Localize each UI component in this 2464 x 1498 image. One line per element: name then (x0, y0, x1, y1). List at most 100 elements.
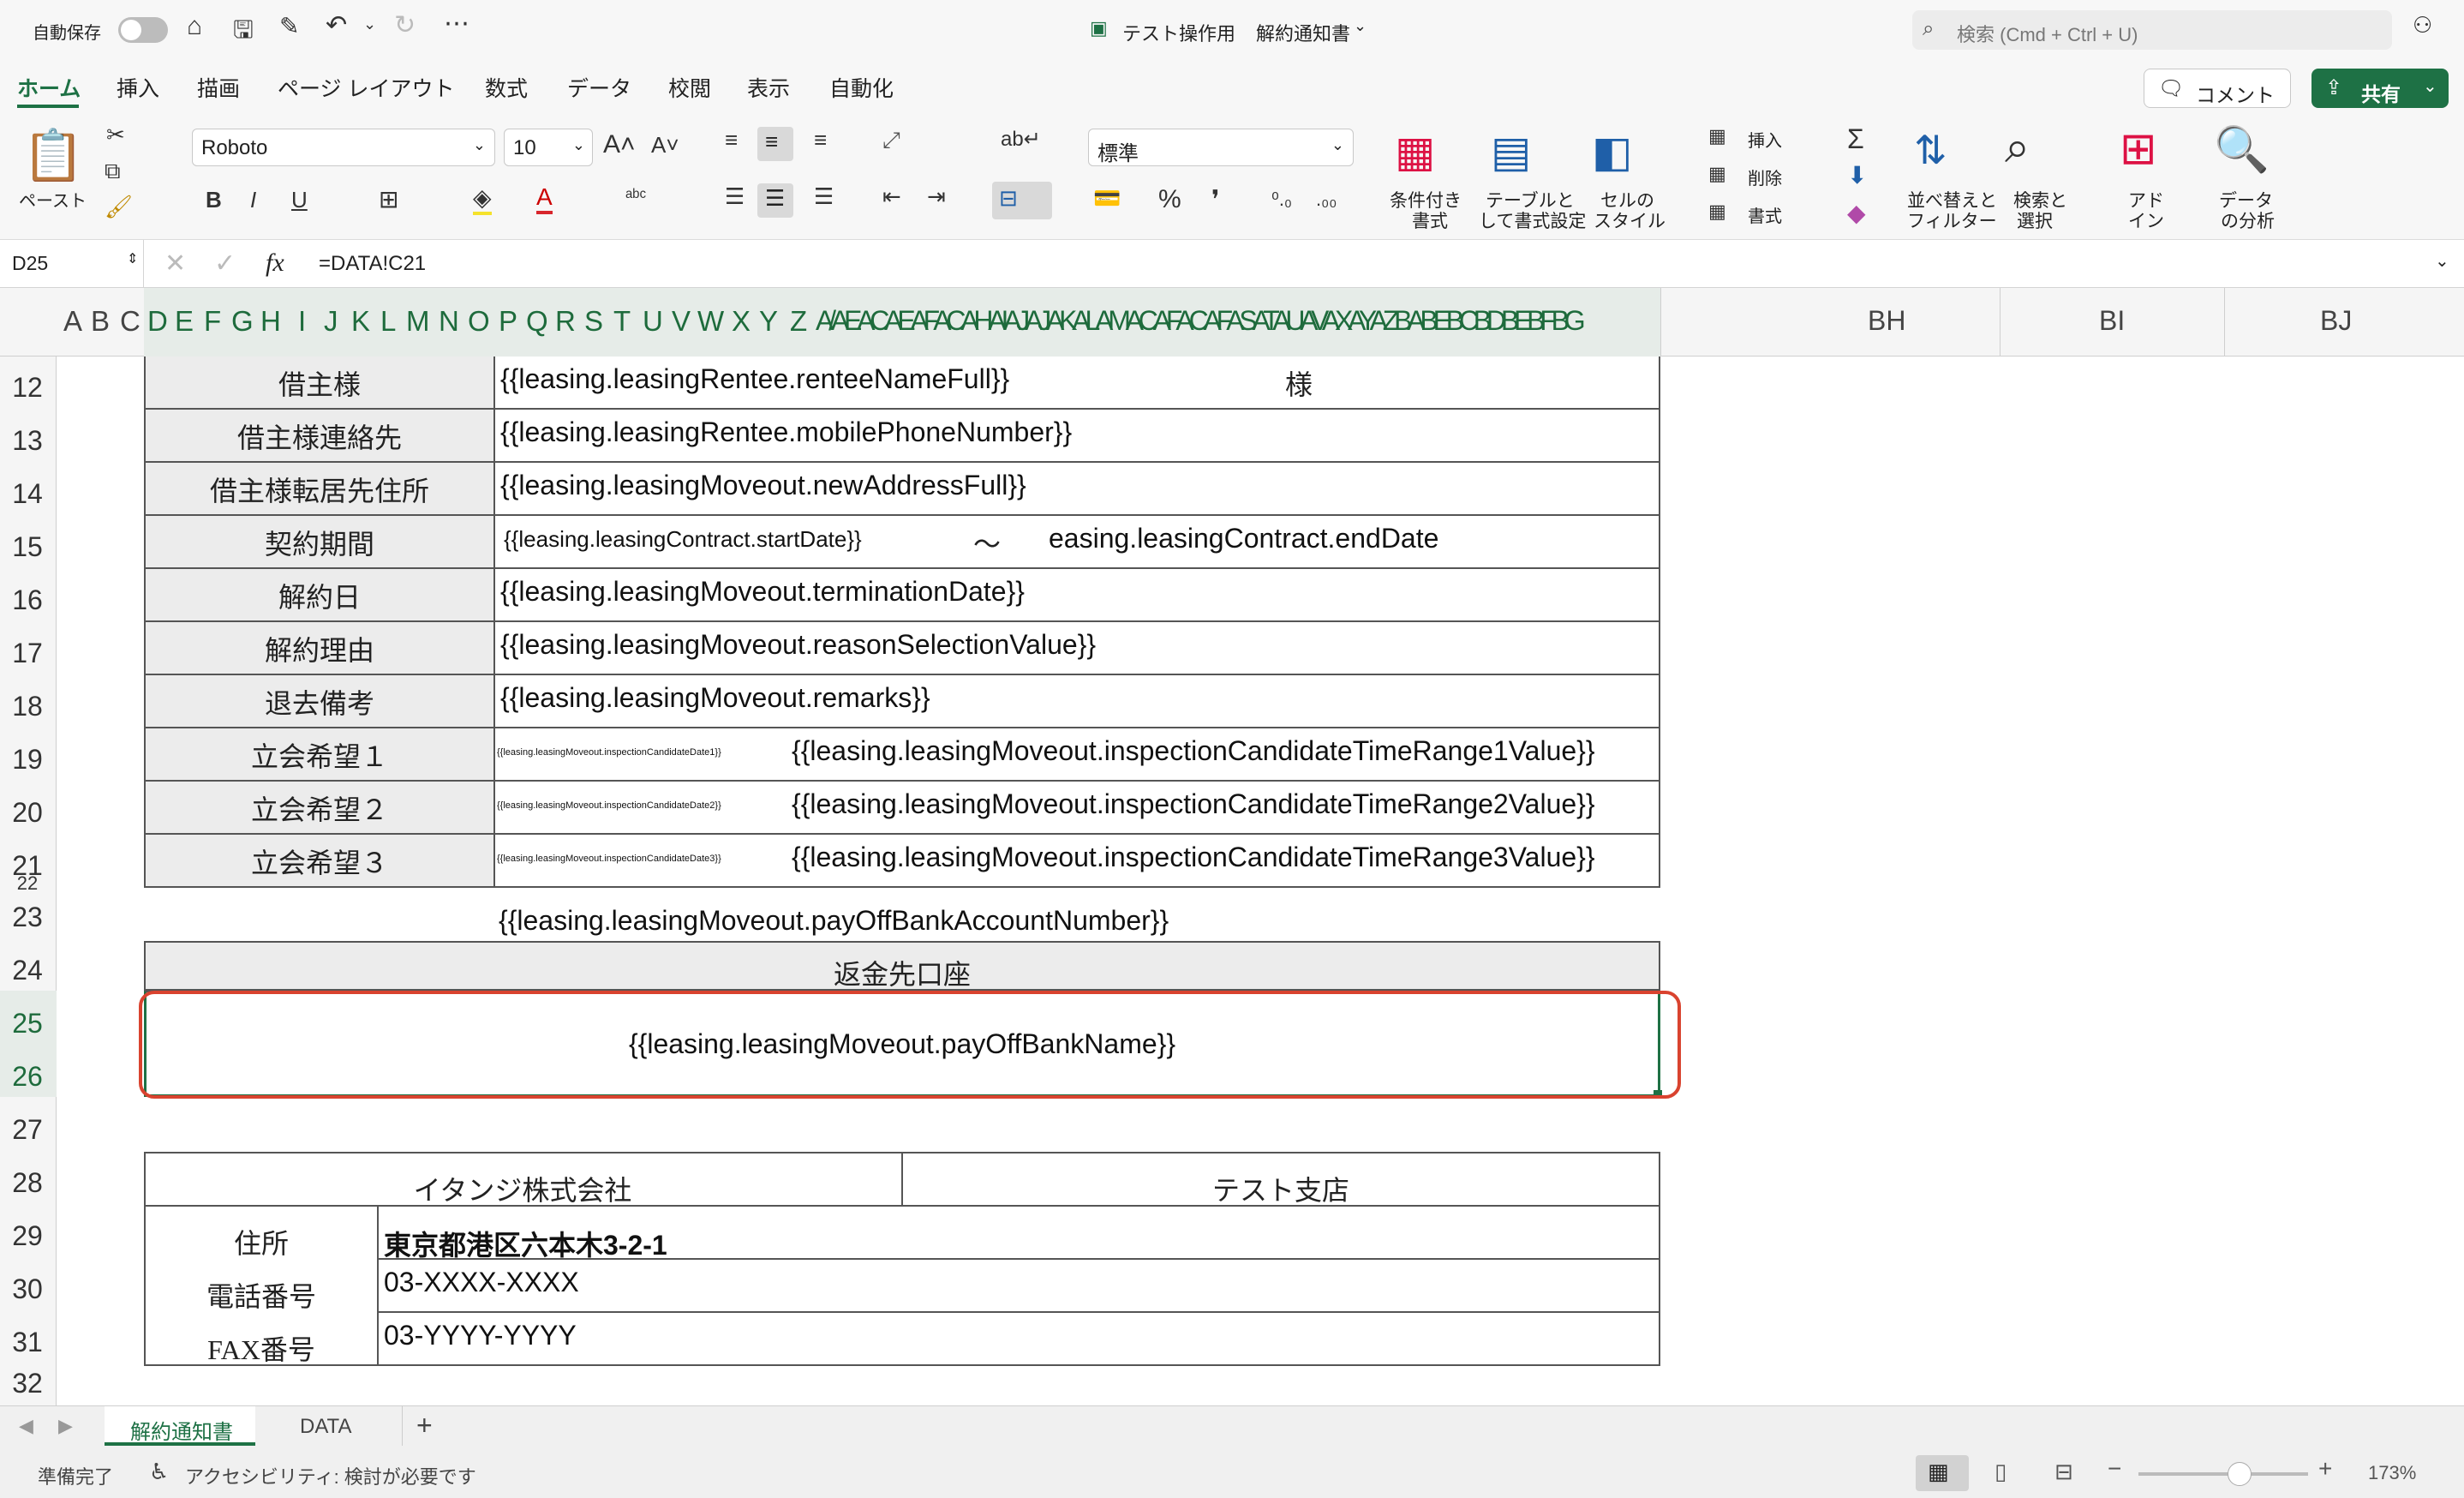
value-inspection-date-1[interactable]: {{leasing.leasingMoveout.inspectionCandi… (497, 747, 721, 758)
col-e[interactable]: E (175, 305, 194, 338)
col-f[interactable]: F (204, 305, 221, 338)
col-z[interactable]: Z (790, 305, 807, 338)
zoom-level[interactable]: 173% (2368, 1462, 2416, 1484)
number-format-select[interactable]: 標準 ⌄ (1088, 129, 1354, 166)
col-cluster[interactable]: A/AEACAEAFACAHAIAJAJAKALAMACAFACAFASATAU… (816, 305, 1655, 337)
align-right-icon[interactable]: ☰ (814, 183, 834, 210)
accessibility-status[interactable]: アクセシビリティ: 検討が必要です (185, 1462, 476, 1489)
row-16[interactable]: 16 (0, 584, 55, 616)
decrease-indent-icon[interactable]: ⇤ (882, 183, 901, 210)
row-30[interactable]: 30 (0, 1273, 55, 1305)
analyze-data-icon[interactable]: 🔍 (2214, 123, 2270, 176)
cell-styles-icon[interactable]: ◧ (1592, 127, 1632, 177)
increase-decimal-icon[interactable]: ⁰.₀ (1271, 189, 1292, 211)
phone-value[interactable]: 03-XXXX-XXXX (384, 1267, 579, 1298)
tab-data[interactable]: データ (567, 72, 631, 103)
col-y[interactable]: Y (759, 305, 778, 338)
function-icon[interactable]: fx (266, 249, 284, 278)
chevron-down-icon[interactable]: ⌄ (1354, 17, 1367, 35)
accounting-format-icon[interactable]: 💳 (1093, 185, 1121, 212)
tab-automate[interactable]: 自動化 (829, 72, 894, 103)
conditional-format-icon[interactable]: ▦ (1395, 127, 1435, 177)
col-k[interactable]: K (351, 305, 370, 338)
col-n[interactable]: N (439, 305, 459, 338)
comment-button[interactable]: 🗨 コメント (2144, 69, 2291, 108)
format-painter-icon[interactable]: 🖌 (105, 194, 133, 220)
row-22[interactable]: 22 (0, 872, 55, 890)
col-w[interactable]: W (697, 305, 724, 338)
format-as-table-icon[interactable]: ▤ (1491, 127, 1531, 177)
align-top-icon[interactable]: ≡ (725, 127, 738, 153)
borders-icon[interactable]: ⊞ (379, 185, 398, 213)
cancel-icon[interactable]: ✕ (164, 249, 186, 279)
tab-draw[interactable]: 描画 (197, 72, 240, 103)
value-inspection-time-1[interactable]: {{leasing.leasingMoveout.inspectionCandi… (792, 735, 1595, 767)
increase-indent-icon[interactable]: ⇥ (927, 183, 946, 210)
share-button[interactable]: ⇪ 共有 ⌄ (2311, 69, 2449, 108)
value-termination-date[interactable]: {{leasing.leasingMoveout.terminationDate… (500, 576, 1025, 608)
zoom-slider-thumb[interactable] (2228, 1462, 2252, 1486)
col-d[interactable]: D (147, 305, 168, 338)
row-19[interactable]: 19 (0, 744, 55, 776)
home-icon[interactable]: ⌂ (187, 12, 202, 41)
value-inspection-date-3[interactable]: {{leasing.leasingMoveout.inspectionCandi… (497, 854, 721, 864)
font-color-icon[interactable]: A (536, 183, 553, 214)
row-15[interactable]: 15 (0, 531, 55, 563)
next-sheet-icon[interactable]: ▶ (58, 1415, 73, 1437)
col-x[interactable]: X (732, 305, 751, 338)
row-20[interactable]: 20 (0, 797, 55, 829)
insert-cells-icon[interactable]: ▦ (1708, 125, 1726, 147)
save-as-icon[interactable]: ✎ (279, 12, 299, 40)
zoom-slider[interactable] (2138, 1472, 2308, 1476)
align-left-icon[interactable]: ☰ (725, 183, 745, 210)
cut-icon[interactable]: ✂ (106, 122, 125, 148)
col-t[interactable]: T (613, 305, 631, 338)
bold-icon[interactable]: B (206, 187, 222, 213)
format-cells-label[interactable]: 書式 (1748, 202, 1782, 227)
row-18[interactable]: 18 (0, 691, 55, 722)
doc-name[interactable]: 解約通知書 (1256, 19, 1350, 46)
col-l[interactable]: L (380, 305, 396, 338)
chevron-down-icon[interactable]: ⌄ (2435, 250, 2449, 272)
normal-view-button[interactable]: ▦ (1916, 1455, 1969, 1491)
col-m[interactable]: M (406, 305, 430, 338)
percent-icon[interactable]: % (1158, 185, 1181, 214)
row-32[interactable]: 32 (0, 1368, 55, 1399)
sort-filter-icon[interactable]: ⇅ (1914, 127, 1947, 173)
delete-cells-label[interactable]: 削除 (1748, 165, 1782, 189)
row-14[interactable]: 14 (0, 478, 55, 510)
redo-icon[interactable]: ↻ (394, 10, 416, 40)
zoom-out-icon[interactable]: − (2108, 1455, 2121, 1483)
copy-icon[interactable]: ⧉ (105, 158, 121, 185)
decrease-decimal-icon[interactable]: .₀₀ (1316, 189, 1337, 211)
col-c[interactable]: C (120, 305, 141, 338)
save-icon[interactable]: 🖫 (233, 12, 254, 53)
value-new-address[interactable]: {{leasing.leasingMoveout.newAddressFull}… (500, 470, 1026, 501)
sheet-tab-data[interactable]: DATA (257, 1406, 403, 1446)
find-select-icon[interactable]: ⌕ (2005, 122, 2030, 174)
comma-icon[interactable]: ❜ (1211, 185, 1220, 215)
sheet-tab-notice[interactable]: 解約通知書 (105, 1406, 255, 1446)
orientation-icon[interactable]: ⤢ (882, 127, 900, 154)
formula-input[interactable]: =DATA!C21 (319, 252, 426, 276)
underline-icon[interactable]: U (291, 187, 308, 213)
fill-icon[interactable]: ⬇ (1847, 161, 1867, 189)
search-input[interactable]: ⌕ 検索 (Cmd + Ctrl + U) (1912, 10, 2392, 50)
tab-insert[interactable]: 挿入 (117, 72, 159, 103)
value-account-number[interactable]: {{leasing.leasingMoveout.payOffBankAccou… (499, 905, 1169, 937)
value-start-date[interactable]: {{leasing.leasingContract.startDate}} (504, 526, 862, 553)
tab-page-layout[interactable]: ページ レイアウト (278, 72, 454, 103)
row-13[interactable]: 13 (0, 425, 55, 457)
value-remarks[interactable]: {{leasing.leasingMoveout.remarks}} (500, 682, 930, 714)
col-q[interactable]: Q (526, 305, 548, 338)
value-reason[interactable]: {{leasing.leasingMoveout.reasonSelection… (500, 629, 1096, 661)
wrap-text-icon[interactable]: ab↵ (1001, 127, 1041, 152)
col-i[interactable]: I (298, 305, 306, 338)
col-bh[interactable]: BH (1868, 305, 1905, 337)
tab-home[interactable]: ホーム (17, 72, 81, 103)
account-icon[interactable]: ⚇ (2413, 12, 2432, 39)
name-box[interactable]: D25 ⇕ (0, 240, 144, 288)
insert-cells-label[interactable]: 挿入 (1748, 127, 1782, 152)
undo-icon[interactable]: ↶ (326, 10, 347, 40)
confirm-icon[interactable]: ✓ (214, 249, 236, 279)
